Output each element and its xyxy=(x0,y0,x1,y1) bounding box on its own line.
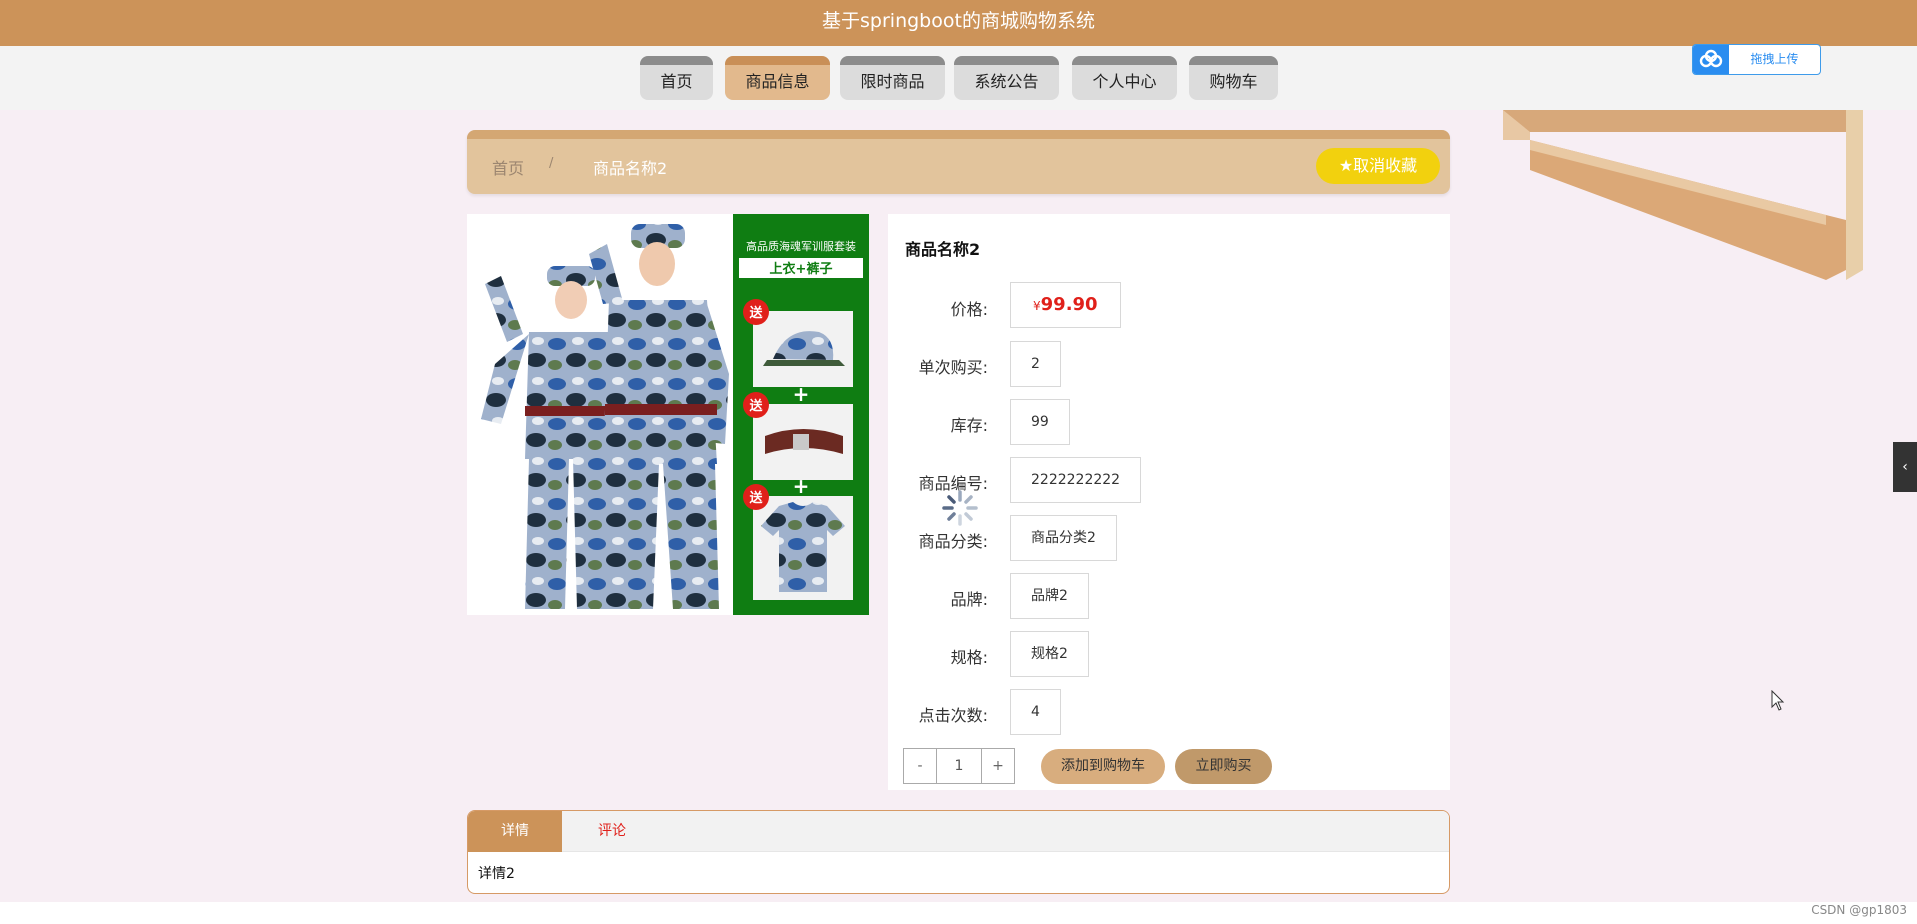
main-nav: 首页 商品信息 限时商品 系统公告 个人中心 购物车 xyxy=(0,46,1917,110)
side-collapse-tab[interactable]: ‹ xyxy=(1893,442,1917,492)
nav-flash-sale[interactable]: 限时商品 xyxy=(840,56,945,100)
unfavorite-label: 取消收藏 xyxy=(1353,156,1418,175)
decorative-frame xyxy=(1500,110,1866,280)
breadcrumb-current: 商品名称2 xyxy=(593,159,668,178)
bottom-strip xyxy=(0,902,1917,924)
detail-tabs: 详情 评论 详情2 xyxy=(467,810,1450,894)
unfavorite-button[interactable]: ★取消收藏 xyxy=(1316,148,1440,184)
product-code-value: 2222222222 xyxy=(1010,457,1142,503)
gift-tshirt: 送 xyxy=(743,484,853,600)
drag-upload-button[interactable]: 拖拽上传 xyxy=(1692,44,1821,75)
add-to-cart-button[interactable]: 添加到购物车 xyxy=(1041,749,1165,784)
nav-cart[interactable]: 购物车 xyxy=(1189,56,1278,100)
brand-value: 品牌2 xyxy=(1010,573,1089,619)
chevron-left-icon: ‹ xyxy=(1902,459,1908,475)
price-amount: 99.90 xyxy=(1040,294,1098,315)
gift-badge: 送 xyxy=(748,398,763,414)
banner-title: 高品质海魂军训服套装 xyxy=(746,239,856,253)
gift-belt: 送 xyxy=(743,392,853,480)
stock-value: 99 xyxy=(1010,399,1070,445)
click-count-value: 4 xyxy=(1010,689,1061,735)
nav-announcements[interactable]: 系统公告 xyxy=(954,56,1059,100)
breadcrumb: 首页 / 商品名称2 ★取消收藏 xyxy=(467,130,1450,194)
per-purchase-value: 2 xyxy=(1010,341,1061,387)
per-purchase-label: 单次购买: xyxy=(918,358,988,377)
price-label: 价格: xyxy=(950,300,988,319)
spec-label: 规格: xyxy=(950,648,988,667)
tab-comments[interactable]: 评论 xyxy=(562,811,662,852)
plus-sign: + xyxy=(793,382,810,406)
plus-sign: + xyxy=(793,474,810,498)
star-icon: ★ xyxy=(1338,156,1354,175)
quantity-input[interactable]: 1 xyxy=(937,748,981,784)
breadcrumb-separator: / xyxy=(549,156,554,171)
nav-user-center[interactable]: 个人中心 xyxy=(1072,56,1177,100)
gift-cap: 送 xyxy=(743,299,853,387)
spec-value: 规格2 xyxy=(1010,631,1089,677)
quantity-increment-button[interactable]: + xyxy=(981,748,1015,784)
product-image[interactable]: 高品质海魂军训服套装 上衣+裤子 送 + 送 + 送 xyxy=(467,214,869,615)
watermark: CSDN @gp1803 xyxy=(1811,903,1907,917)
site-title: 基于springboot的商城购物系统 xyxy=(822,10,1095,32)
product-name: 商品名称2 xyxy=(905,240,981,259)
tab-details[interactable]: 详情 xyxy=(468,811,562,852)
nav-home[interactable]: 首页 xyxy=(640,56,713,100)
gift-badge: 送 xyxy=(748,305,763,321)
gift-badge: 送 xyxy=(748,490,763,506)
app-header: 基于springboot的商城购物系统 xyxy=(0,0,1917,46)
brand-label: 品牌: xyxy=(950,590,988,609)
click-count-label: 点击次数: xyxy=(918,706,988,725)
cloud-upload-icon xyxy=(1693,45,1729,74)
breadcrumb-home-link[interactable]: 首页 xyxy=(492,155,524,179)
upload-label: 拖拽上传 xyxy=(1750,52,1799,66)
quantity-decrement-button[interactable]: - xyxy=(903,748,937,784)
mouse-cursor-icon xyxy=(1771,689,1785,712)
stock-label: 库存: xyxy=(950,416,988,435)
loading-spinner-icon xyxy=(940,488,980,528)
tab-content: 详情2 xyxy=(478,866,515,882)
banner-subtitle: 上衣+裤子 xyxy=(770,261,833,277)
category-label: 商品分类: xyxy=(918,532,988,551)
buy-now-button[interactable]: 立即购买 xyxy=(1175,749,1272,784)
nav-products[interactable]: 商品信息 xyxy=(725,56,830,100)
currency-symbol: ¥ xyxy=(1033,299,1041,313)
category-value: 商品分类2 xyxy=(1010,515,1117,561)
price-value: ¥99.90 xyxy=(1010,282,1121,328)
tab-strip: 详情 评论 xyxy=(468,811,1449,852)
